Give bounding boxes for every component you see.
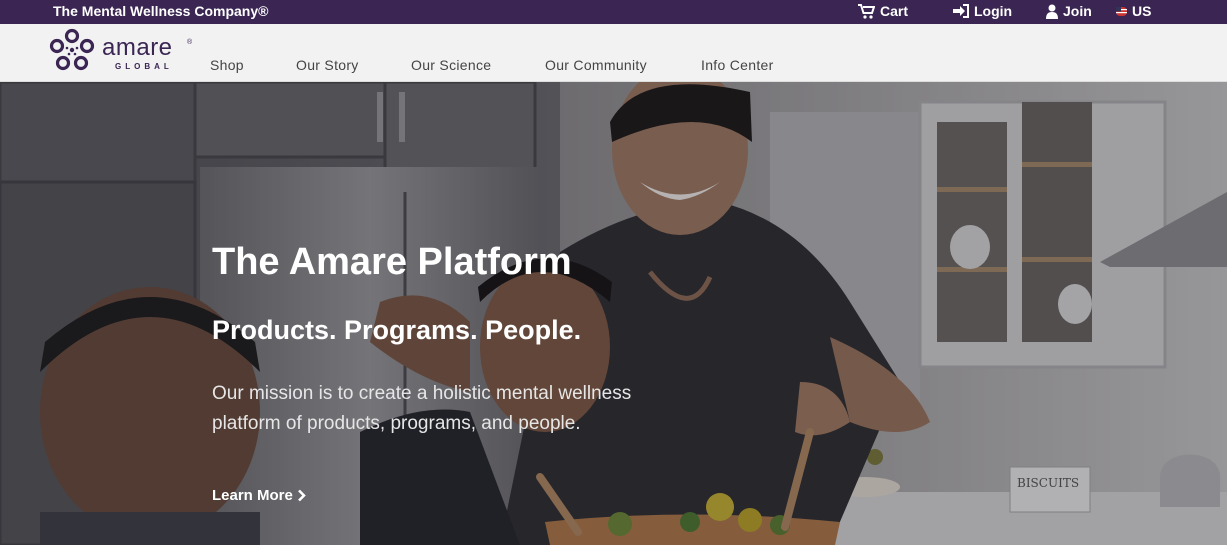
amare-logo[interactable]: amare ® GLOBAL <box>49 28 199 76</box>
nav-item-shop[interactable]: Shop <box>210 57 244 73</box>
cart-link[interactable]: Cart <box>858 3 908 19</box>
top-bar: The Mental Wellness Company® Cart Login … <box>0 0 1227 24</box>
nav-item-our-science[interactable]: Our Science <box>411 57 491 73</box>
hero-dark-overlay <box>0 82 1227 545</box>
hero-mission-text: Our mission is to create a holistic ment… <box>212 383 632 434</box>
hero-banner: BISCUITS The Amare Platform Products. Pr… <box>0 82 1227 545</box>
join-link[interactable]: Join <box>1046 3 1092 19</box>
us-flag-icon <box>1116 6 1127 16</box>
login-label: Login <box>974 3 1013 19</box>
join-label: Join <box>1063 3 1092 19</box>
logo-wordmark: amare <box>102 34 173 61</box>
learn-more-label: Learn More <box>212 487 293 504</box>
learn-more-link[interactable]: Learn More <box>212 487 306 504</box>
logo-registered-mark: ® <box>187 39 193 46</box>
login-icon <box>953 4 969 18</box>
user-icon <box>1046 4 1058 19</box>
cart-icon <box>858 3 875 19</box>
cart-label: Cart <box>880 3 909 19</box>
chevron-right-icon <box>297 489 306 502</box>
logo-subtext: GLOBAL <box>115 62 173 71</box>
login-link[interactable]: Login <box>953 3 1012 19</box>
flower-logo-icon <box>49 28 95 71</box>
nav-item-our-story[interactable]: Our Story <box>296 57 359 73</box>
hero-subtitle: Products. Programs. People. <box>212 315 582 345</box>
region-label: US <box>1132 3 1152 19</box>
hero-title: The Amare Platform <box>212 241 572 283</box>
company-tagline: The Mental Wellness Company® <box>53 3 269 19</box>
main-nav: amare ® GLOBAL Shop Our Story Our Scienc… <box>0 24 1227 82</box>
nav-item-our-community[interactable]: Our Community <box>545 57 647 73</box>
region-selector[interactable]: US <box>1116 3 1151 19</box>
nav-item-info-center[interactable]: Info Center <box>701 57 774 73</box>
